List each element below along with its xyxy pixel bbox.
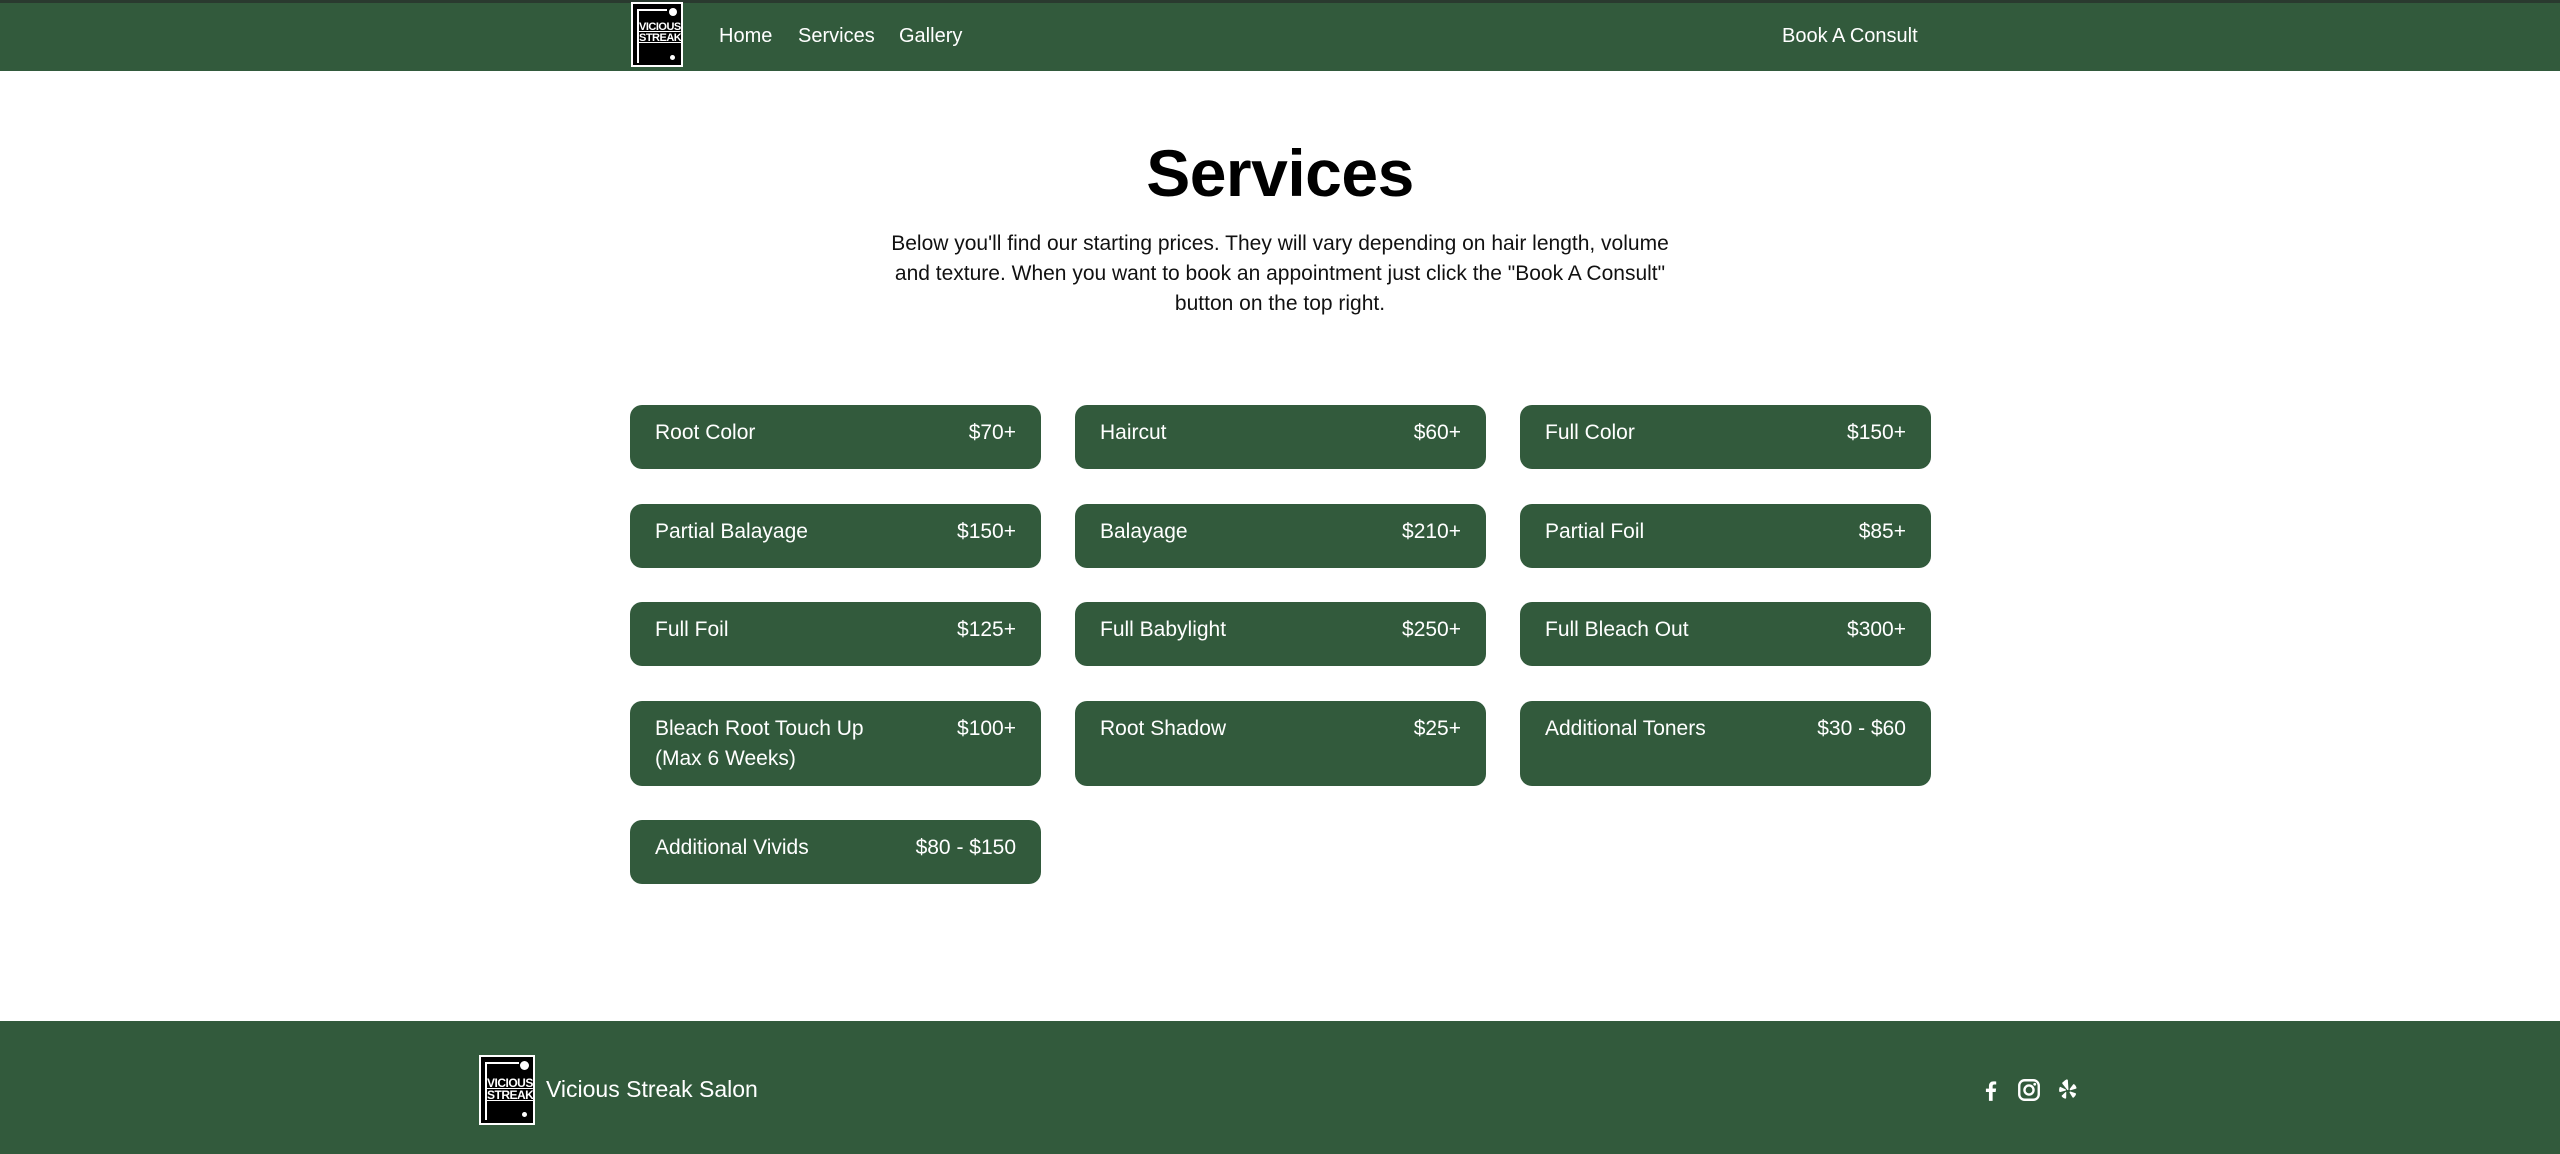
service-price: $60+ <box>1413 421 1461 444</box>
service-name: Full Color <box>1545 421 1635 444</box>
service-name: Full Babylight <box>1100 618 1227 641</box>
service-card-full-bleach-out: Full Bleach Out $300+ <box>1520 602 1931 666</box>
service-card-additional-vivids: Additional Vivids $80 - $150 <box>630 820 1041 884</box>
instagram-icon <box>2018 1079 2040 1101</box>
service-price: $85+ <box>1858 520 1906 543</box>
logo-dot <box>669 8 677 16</box>
service-price: $100+ <box>957 717 1016 740</box>
facebook-icon <box>1985 1081 1997 1101</box>
footer-logo[interactable]: VICIOUS STREAK <box>479 1055 535 1125</box>
service-name: Bleach Root Touch Up (Max 6 Weeks) <box>655 717 864 770</box>
service-price: $70+ <box>968 421 1016 444</box>
service-name: Root Shadow <box>1100 717 1227 740</box>
service-card-full-babylight: Full Babylight $250+ <box>1075 602 1486 666</box>
service-card-additional-toners: Additional Toners $30 - $60 <box>1520 701 1931 786</box>
yelp-icon[interactable] <box>2055 1077 2081 1103</box>
footer-salon-name: Vicious Streak Salon <box>546 1076 758 1102</box>
service-card-bleach-root-touch-up: Bleach Root Touch Up (Max 6 Weeks) $100+ <box>630 701 1041 786</box>
service-price: $210+ <box>1402 520 1461 543</box>
service-name: Additional Toners <box>1545 717 1706 740</box>
logo-line <box>485 1062 519 1064</box>
service-name: Additional Vivids <box>655 836 809 859</box>
service-name: Full Bleach Out <box>1545 618 1689 641</box>
yelp-icon <box>2059 1079 2077 1099</box>
service-price: $300+ <box>1847 618 1906 641</box>
service-price: $80 - $150 <box>915 836 1016 859</box>
top-nav-bar <box>0 0 2560 71</box>
service-name: Haircut <box>1100 421 1167 444</box>
service-card-balayage: Balayage $210+ <box>1075 504 1486 568</box>
salon-logo[interactable]: VICIOUS STREAK <box>631 2 683 67</box>
service-price: $25+ <box>1413 717 1461 740</box>
logo-line <box>637 9 667 11</box>
facebook-icon[interactable] <box>1978 1077 2004 1103</box>
nav-services-link[interactable]: Services <box>798 24 875 48</box>
logo-dot <box>522 1112 527 1117</box>
logo-dot <box>670 55 675 60</box>
service-price: $125+ <box>957 618 1016 641</box>
service-card-root-color: Root Color $70+ <box>630 405 1041 469</box>
service-name: Full Foil <box>655 618 729 641</box>
service-name: Partial Balayage <box>655 520 808 543</box>
service-price: $150+ <box>957 520 1016 543</box>
service-card-haircut: Haircut $60+ <box>1075 405 1486 469</box>
page-intro-text: Below you'll find our starting prices. T… <box>891 232 1669 315</box>
logo-wordmark: VICIOUS STREAK <box>487 1076 534 1102</box>
book-consult-button[interactable]: Book A Consult <box>1782 24 1918 48</box>
service-card-partial-balayage: Partial Balayage $150+ <box>630 504 1041 568</box>
instagram-icon[interactable] <box>2016 1077 2042 1103</box>
service-price: $250+ <box>1402 618 1461 641</box>
service-price: $150+ <box>1847 421 1906 444</box>
page-title: Services <box>1146 136 1414 210</box>
service-name: Balayage <box>1100 520 1188 543</box>
service-card-partial-foil: Partial Foil $85+ <box>1520 504 1931 568</box>
logo-wordmark: VICIOUS STREAK <box>639 21 682 44</box>
service-price: $30 - $60 <box>1817 717 1906 740</box>
service-card-full-color: Full Color $150+ <box>1520 405 1931 469</box>
nav-home-link[interactable]: Home <box>719 24 772 48</box>
service-card-root-shadow: Root Shadow $25+ <box>1075 701 1486 786</box>
service-name: Root Color <box>655 421 756 444</box>
service-card-full-foil: Full Foil $125+ <box>630 602 1041 666</box>
service-name: Partial Foil <box>1545 520 1645 543</box>
logo-dot <box>520 1061 529 1070</box>
nav-gallery-link[interactable]: Gallery <box>899 24 962 48</box>
footer <box>0 1021 2560 1154</box>
